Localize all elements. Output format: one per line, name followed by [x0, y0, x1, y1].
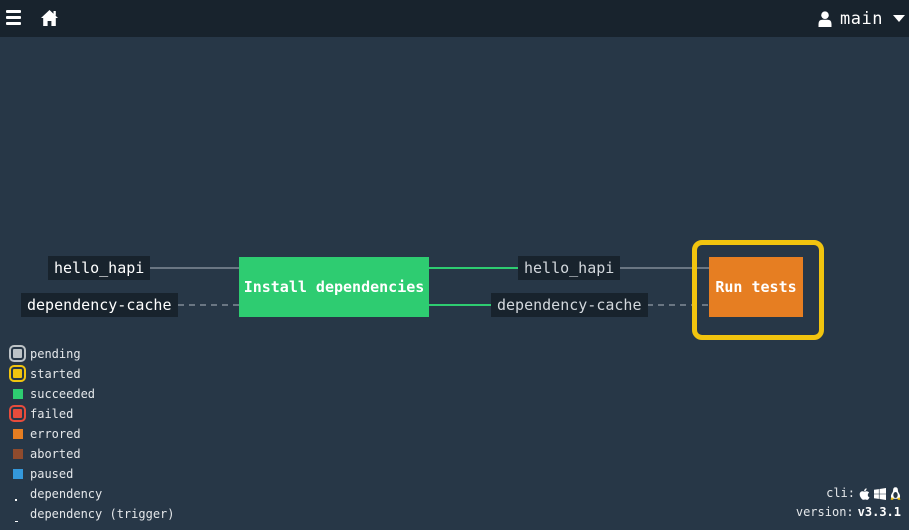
dependency-trigger-swatch-icon: [15, 521, 18, 522]
output-resource-dependency-cache[interactable]: dependency-cache: [491, 293, 648, 317]
cli-info: cli: version: v3.3.1: [796, 484, 901, 522]
output-resource-hello-hapi[interactable]: hello_hapi: [518, 256, 621, 280]
home-icon[interactable]: [40, 9, 59, 27]
apple-icon[interactable]: [859, 487, 870, 500]
paused-swatch-icon: [13, 469, 23, 479]
windows-icon[interactable]: [874, 487, 886, 500]
pipeline-name: main: [840, 8, 883, 29]
job-run-tests[interactable]: Run tests: [709, 257, 803, 317]
aborted-swatch-icon: [13, 449, 23, 459]
input-resource-hello-hapi[interactable]: hello_hapi: [48, 256, 151, 280]
version-row: version: v3.3.1: [796, 503, 901, 522]
job-install-dependencies[interactable]: Install dependencies: [239, 257, 429, 317]
version-value: v3.3.1: [857, 505, 901, 519]
user-menu[interactable]: main: [818, 0, 905, 37]
failed-swatch-icon: [11, 407, 24, 420]
cli-downloads: cli:: [796, 484, 901, 503]
started-swatch-icon: [11, 367, 24, 380]
errored-swatch-icon: [13, 429, 23, 439]
pipeline-view: main hello_hapi dependency-cache Install…: [0, 0, 909, 530]
pipeline-graph: hello_hapi dependency-cache Install depe…: [0, 37, 909, 530]
succeeded-swatch-icon: [13, 389, 23, 399]
dependency-swatch-icon: [15, 499, 17, 501]
pending-swatch-icon: [11, 347, 24, 360]
user-icon: [818, 10, 832, 27]
caret-down-icon[interactable]: [893, 15, 905, 22]
top-bar: main: [0, 0, 909, 37]
linux-icon[interactable]: [890, 487, 901, 500]
input-resource-dependency-cache[interactable]: dependency-cache: [21, 293, 178, 317]
hamburger-icon[interactable]: [6, 10, 22, 26]
cli-label: cli:: [826, 486, 855, 500]
version-label: version:: [795, 505, 854, 519]
